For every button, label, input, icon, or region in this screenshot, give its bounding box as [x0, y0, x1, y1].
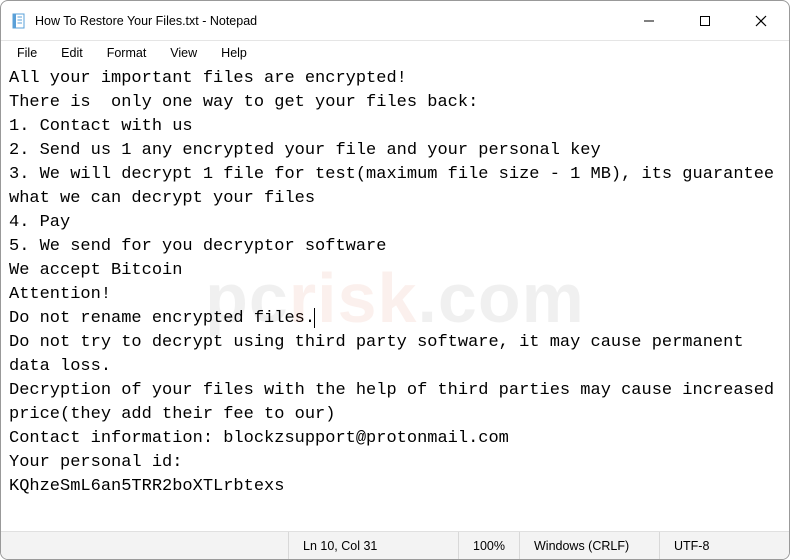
text-line: Contact information: blockzsupport@proto… — [9, 429, 509, 448]
text-line: 1. Contact with us — [9, 117, 193, 136]
text-line: Your personal id: — [9, 453, 182, 472]
text-line: Do not rename encrypted files. — [9, 309, 315, 328]
text-line: 2. Send us 1 any encrypted your file and… — [9, 141, 601, 160]
text-line: We accept Bitcoin — [9, 261, 182, 280]
text-line: KQhzeSmL6an5TRR2boXTLrbtexs — [9, 477, 284, 496]
text-line: Do not try to decrypt using third party … — [9, 333, 754, 376]
close-button[interactable] — [733, 1, 789, 40]
notepad-window: How To Restore Your Files.txt - Notepad … — [0, 0, 790, 560]
window-controls — [621, 1, 789, 40]
watermark: pcrisk.com — [205, 286, 585, 310]
text-line: 3. We will decrypt 1 file for test(maxim… — [9, 165, 784, 208]
text-area[interactable]: All your important files are encrypted! … — [1, 65, 789, 531]
text-line: Attention! — [9, 285, 111, 304]
status-zoom: 100% — [458, 532, 519, 559]
status-position: Ln 10, Col 31 — [288, 532, 458, 559]
window-title: How To Restore Your Files.txt - Notepad — [35, 14, 621, 28]
titlebar: How To Restore Your Files.txt - Notepad — [1, 1, 789, 41]
text-line: 4. Pay — [9, 213, 70, 232]
menu-view[interactable]: View — [160, 44, 207, 62]
text-line: Decryption of your files with the help o… — [9, 381, 789, 424]
status-encoding: UTF-8 — [659, 532, 789, 559]
minimize-button[interactable] — [621, 1, 677, 40]
maximize-button[interactable] — [677, 1, 733, 40]
text-line: There is only one way to get your files … — [9, 93, 478, 112]
notepad-icon — [11, 13, 27, 29]
text-line: 5. We send for you decryptor software — [9, 237, 386, 256]
menu-help[interactable]: Help — [211, 44, 257, 62]
menu-file[interactable]: File — [7, 44, 47, 62]
menu-format[interactable]: Format — [97, 44, 157, 62]
status-line-ending: Windows (CRLF) — [519, 532, 659, 559]
statusbar: Ln 10, Col 31 100% Windows (CRLF) UTF-8 — [1, 531, 789, 559]
text-line: All your important files are encrypted! — [9, 69, 407, 88]
text-caret — [314, 308, 315, 328]
menu-edit[interactable]: Edit — [51, 44, 93, 62]
menubar: File Edit Format View Help — [1, 41, 789, 65]
